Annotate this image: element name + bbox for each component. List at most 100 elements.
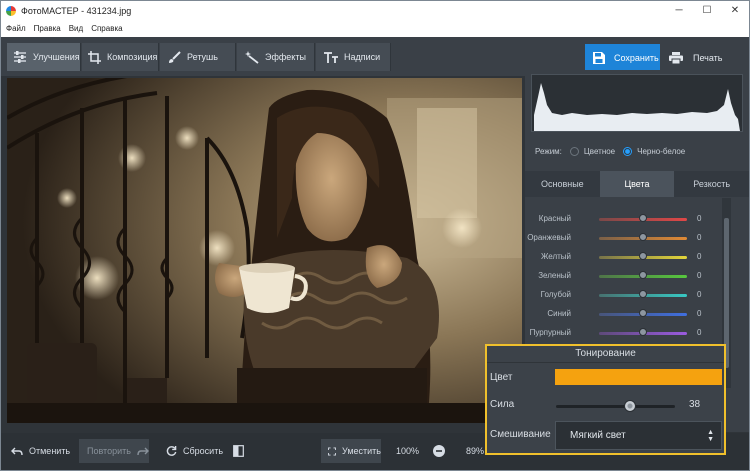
window-title: ФотоМАСТЕР - 431234.jpg xyxy=(21,5,132,16)
slider-row-green: Зеленый 0 xyxy=(525,269,725,283)
reset-button[interactable]: Сбросить xyxy=(166,439,223,463)
mode-bw-label[interactable]: Черно-белое xyxy=(637,147,685,156)
tab-effects[interactable]: Эффекты xyxy=(237,43,315,71)
undo-arrow-icon xyxy=(11,447,23,455)
toning-title: Тонирование xyxy=(575,348,636,359)
tab-enhance-label: Улучшения xyxy=(33,52,80,62)
fit-screen-icon xyxy=(328,447,336,455)
redo-arrow-icon xyxy=(137,447,149,455)
zoom-100-button[interactable]: 100% xyxy=(396,439,419,463)
toning-divider xyxy=(487,362,724,363)
close-button[interactable]: ✕ xyxy=(721,1,749,20)
toning-color-swatch[interactable] xyxy=(555,369,722,385)
menu-file[interactable]: Файл xyxy=(6,24,26,33)
fit-button[interactable]: Уместить xyxy=(321,439,381,463)
slider-label: Оранжевый xyxy=(527,233,571,242)
minimize-button[interactable]: ─ xyxy=(665,1,693,20)
menu-view[interactable]: Вид xyxy=(69,24,83,33)
tab-composition-label: Композиция xyxy=(107,52,158,62)
toning-strength-track[interactable] xyxy=(556,405,675,408)
tab-sharpness[interactable]: Резкость xyxy=(674,171,749,197)
menu-help[interactable]: Справка xyxy=(91,24,122,33)
tab-retouch-label: Ретушь xyxy=(187,52,218,62)
reset-icon xyxy=(166,445,177,456)
photo-canvas[interactable] xyxy=(7,78,522,423)
redo-button[interactable]: Повторить xyxy=(79,439,149,463)
toning-blend-select[interactable]: Мягкий свет ▲ ▼ xyxy=(555,421,722,450)
minus-circle-icon xyxy=(433,445,445,457)
undo-button[interactable]: Отменить xyxy=(11,439,70,463)
redo-label: Повторить xyxy=(87,446,131,456)
tab-composition[interactable]: Композиция xyxy=(82,43,159,71)
slider-knob[interactable] xyxy=(639,214,647,222)
mode-label: Режим: xyxy=(535,147,562,156)
compare-icon xyxy=(233,445,244,457)
toning-strength-label: Сила xyxy=(490,399,515,410)
toning-panel: Тонирование Цвет Сила 38 Смешивание Мягк… xyxy=(485,344,726,455)
slider-row-cyan: Голубой 0 xyxy=(525,288,725,302)
slider-row-yellow: Желтый 0 xyxy=(525,250,725,264)
menu-bar: Файл Правка Вид Справка xyxy=(1,20,749,37)
undo-label: Отменить xyxy=(29,446,71,456)
slider-value: 0 xyxy=(697,309,702,318)
toning-color-label: Цвет xyxy=(490,372,513,383)
tab-captions-label: Надписи xyxy=(344,52,381,62)
menu-edit[interactable]: Правка xyxy=(34,24,61,33)
slider-label: Красный xyxy=(538,214,571,223)
wand-icon xyxy=(245,50,259,64)
zoom-level: 89% xyxy=(466,446,485,456)
brush-icon xyxy=(169,50,181,63)
text-icon xyxy=(324,51,338,63)
reset-label: Сбросить xyxy=(183,446,224,456)
floppy-disk-icon xyxy=(593,51,605,64)
toning-blend-value: Мягкий свет xyxy=(570,430,626,441)
slider-knob[interactable] xyxy=(639,252,647,260)
tab-effects-label: Эффекты xyxy=(265,52,306,62)
save-button-label: Сохранить xyxy=(614,52,659,63)
slider-label: Зеленый xyxy=(538,271,571,280)
printer-icon xyxy=(669,51,683,64)
slider-value: 0 xyxy=(697,290,702,299)
slider-label: Синий xyxy=(547,309,571,318)
slider-row-blue: Синий 0 xyxy=(525,307,725,321)
slider-row-purple: Пурпурный 0 xyxy=(525,326,725,340)
slider-knob[interactable] xyxy=(639,233,647,241)
slider-value: 0 xyxy=(697,233,702,242)
title-bar: ФотоМАСТЕР - 431234.jpg ─ ☐ ✕ xyxy=(1,1,749,20)
slider-knob[interactable] xyxy=(639,309,647,317)
tab-retouch[interactable]: Ретушь xyxy=(160,43,236,71)
slider-knob[interactable] xyxy=(639,290,647,298)
mode-selector: Режим: Цветное Черно-белое xyxy=(535,147,685,156)
app-window: ФотоМАСТЕР - 431234.jpg ─ ☐ ✕ Файл Правк… xyxy=(0,0,750,471)
slider-label: Желтый xyxy=(540,252,571,261)
slider-label: Пурпурный xyxy=(529,328,571,337)
tab-captions[interactable]: Надписи xyxy=(316,43,391,71)
mode-color-radio[interactable] xyxy=(569,147,579,156)
slider-row-orange: Оранжевый 0 xyxy=(525,231,725,245)
print-button-label: Печать xyxy=(693,52,723,63)
maximize-button[interactable]: ☐ xyxy=(693,1,721,20)
save-button[interactable]: Сохранить xyxy=(585,44,660,71)
tab-colors[interactable]: Цвета xyxy=(599,171,675,197)
slider-value: 0 xyxy=(697,271,702,280)
toning-strength-knob[interactable] xyxy=(624,400,636,412)
slider-row-red: Красный 0 xyxy=(525,212,725,226)
select-arrows-icon: ▲ ▼ xyxy=(707,429,714,443)
compare-button[interactable] xyxy=(233,439,244,463)
slider-knob[interactable] xyxy=(639,271,647,279)
adjust-tabs: Основные Цвета Резкость xyxy=(525,171,749,197)
sepia-photo-image xyxy=(7,78,522,423)
toning-blend-label: Смешивание xyxy=(490,429,551,440)
tab-basic[interactable]: Основные xyxy=(525,171,600,197)
print-button[interactable]: Печать xyxy=(664,44,734,71)
histogram xyxy=(531,74,743,132)
mode-color-label[interactable]: Цветное xyxy=(584,147,615,156)
toning-strength-value: 38 xyxy=(689,399,701,410)
slider-value: 0 xyxy=(697,328,702,337)
slider-knob[interactable] xyxy=(639,328,647,336)
app-logo-icon xyxy=(6,5,16,16)
slider-label: Голубой xyxy=(540,290,571,299)
zoom-out-button[interactable] xyxy=(433,439,445,463)
tab-enhance[interactable]: Улучшения xyxy=(7,43,81,71)
mode-bw-radio[interactable] xyxy=(623,147,633,156)
